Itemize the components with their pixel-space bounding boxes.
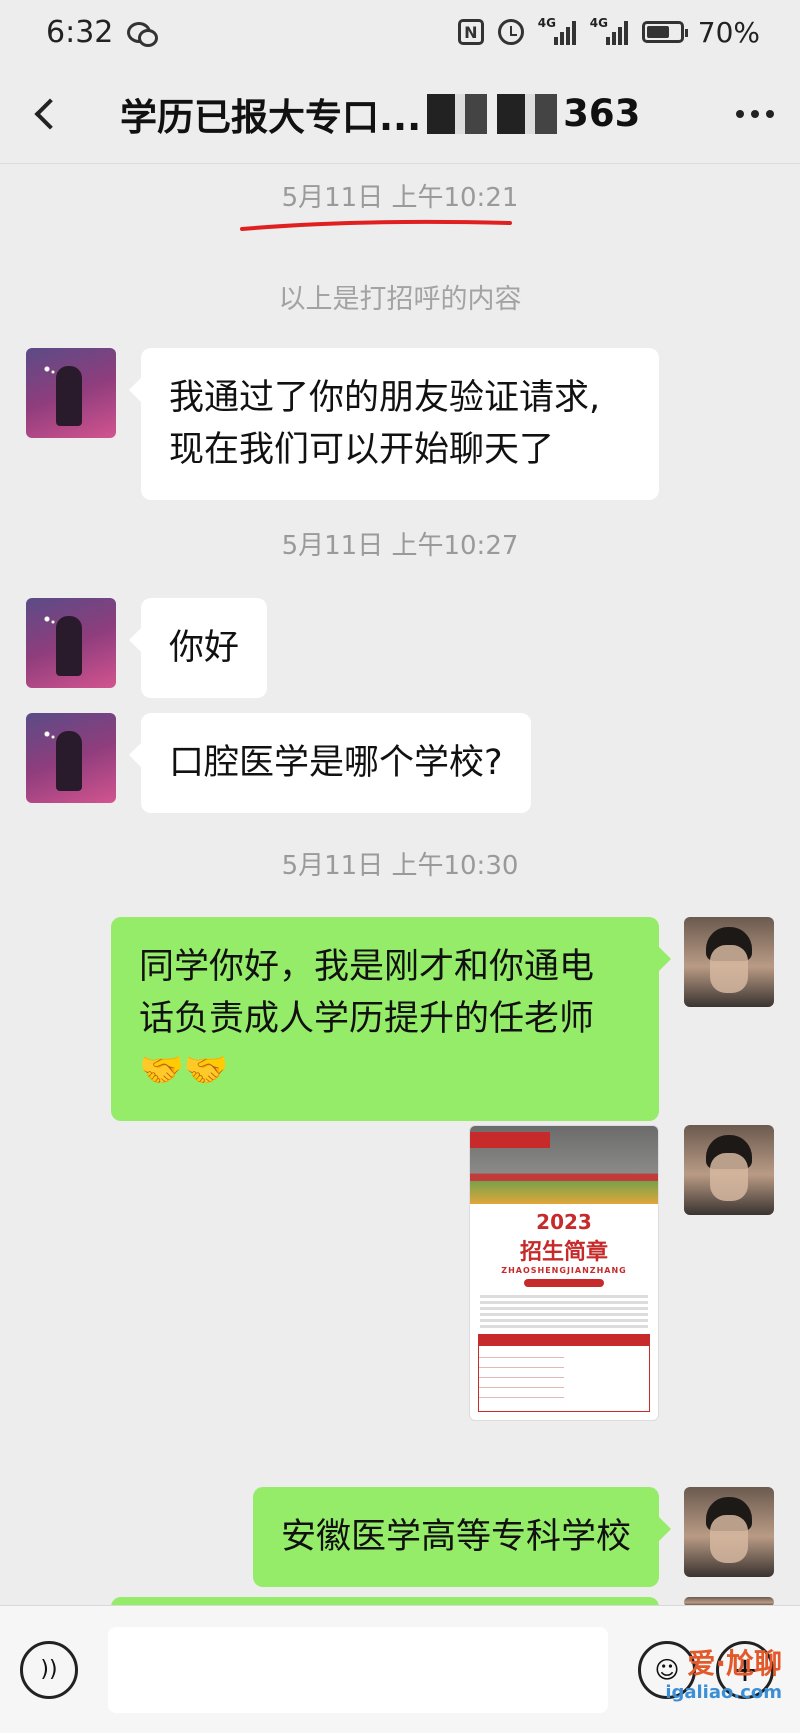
status-bar: 6:32 N 4G 4G 70%	[0, 0, 800, 64]
message-line: 现在我们可以开始聊天了	[169, 430, 555, 470]
brochure-footer: ▪ ▪▪▪▪ ▪▪▪▪▪▪▪	[480, 1418, 648, 1420]
outgoing-message-partial[interactable]	[111, 1597, 659, 1605]
chat-header: 学历已报大专口... 363	[0, 64, 800, 164]
timestamp: 5月11日 上午10:27	[281, 531, 519, 561]
message-input[interactable]	[108, 1626, 608, 1713]
message-line: 我通过了你的朋友验证请求,	[169, 378, 601, 418]
message-line: 你好	[169, 628, 240, 668]
brochure-table	[478, 1334, 650, 1412]
brochure-section-bar	[524, 1279, 604, 1287]
user-avatar[interactable]	[684, 1125, 774, 1215]
brochure-campus-photo	[470, 1126, 658, 1204]
system-message: 以上是打招呼的内容	[278, 284, 522, 315]
signal-label: 4G	[589, 16, 608, 30]
battery-fill	[646, 26, 670, 38]
outgoing-message[interactable]: 同学你好，我是刚才和你通电 话负责成人学历提升的任老师 🤝🤝	[111, 917, 671, 1121]
watermark-line2: igaliao.com	[665, 1682, 782, 1703]
input-bar: )) ☺ + 爱·尬聊 igaliao.com	[0, 1605, 800, 1733]
incoming-message[interactable]: 你好	[128, 598, 268, 698]
contact-avatar[interactable]	[26, 598, 116, 688]
red-underline-annotation	[240, 219, 512, 231]
brochure-heading: 招生简章	[519, 1240, 608, 1265]
voice-icon: ))	[40, 1657, 58, 1682]
timestamp: 5月11日 上午10:30	[281, 851, 519, 881]
chat-message-list[interactable]: 5月11日 上午10:21 以上是打招呼的内容 我通过了你的朋友验证请求, 现在…	[0, 165, 800, 1605]
image-message-admissions-brochure[interactable]: 2023 招生简章 ZHAOSHENGJIANZHANG ▪ ▪▪▪▪ ▪▪▪▪…	[469, 1125, 659, 1421]
brochure-subheading: ZHAOSHENGJIANZHANG	[501, 1266, 627, 1275]
voice-input-button[interactable]: ))	[20, 1640, 78, 1699]
watermark-logo: 爱·尬聊 igaliao.com	[665, 1642, 782, 1703]
battery-percent: 70%	[697, 15, 760, 49]
message-line: 同学你好，我是刚才和你通电	[139, 947, 595, 987]
outgoing-message[interactable]: 安徽医学高等专科学校	[252, 1487, 672, 1587]
dot	[736, 109, 744, 118]
chat-title-end: 363	[563, 92, 641, 135]
handshake-emoji: 🤝🤝	[139, 1050, 229, 1091]
timestamp: 5月11日 上午10:21	[281, 183, 519, 213]
user-avatar[interactable]	[684, 917, 774, 1007]
watermark-line1: 爱·尬聊	[687, 1647, 782, 1680]
back-button[interactable]	[0, 64, 90, 164]
message-line: 安徽医学高等专科学校	[280, 1517, 631, 1557]
alarm-icon	[497, 19, 524, 45]
message-line: 话负责成人学历提升的任老师	[139, 999, 595, 1039]
user-avatar[interactable]	[684, 1597, 774, 1605]
nfc-icon: N	[457, 19, 484, 45]
brochure-year: 2023	[536, 1210, 592, 1234]
chevron-left-icon	[34, 97, 66, 130]
chat-title: 学历已报大专口... 363	[120, 87, 640, 141]
contact-avatar[interactable]	[26, 348, 116, 438]
incoming-message[interactable]: 我通过了你的朋友验证请求, 现在我们可以开始聊天了	[129, 348, 659, 500]
status-time: 6:32	[46, 14, 114, 50]
signal-label: 4G	[537, 16, 556, 30]
battery-icon	[641, 21, 688, 43]
signal-icon: 4G	[589, 16, 628, 45]
incoming-message[interactable]: 口腔医学是哪个学校?	[129, 713, 531, 813]
status-icons: N 4G 4G 70%	[457, 15, 760, 49]
redacted-block	[427, 93, 558, 134]
brochure-text-lines	[480, 1295, 648, 1328]
contact-avatar[interactable]	[26, 713, 116, 803]
chat-title-start: 学历已报大专口...	[120, 95, 422, 139]
dot	[766, 109, 774, 118]
message-line: 口腔医学是哪个学校?	[169, 743, 503, 783]
signal-icon: 4G	[537, 16, 576, 45]
wechat-notification-icon	[127, 21, 159, 47]
more-options-button[interactable]	[710, 64, 800, 164]
dot	[751, 109, 759, 118]
user-avatar[interactable]	[684, 1487, 774, 1577]
